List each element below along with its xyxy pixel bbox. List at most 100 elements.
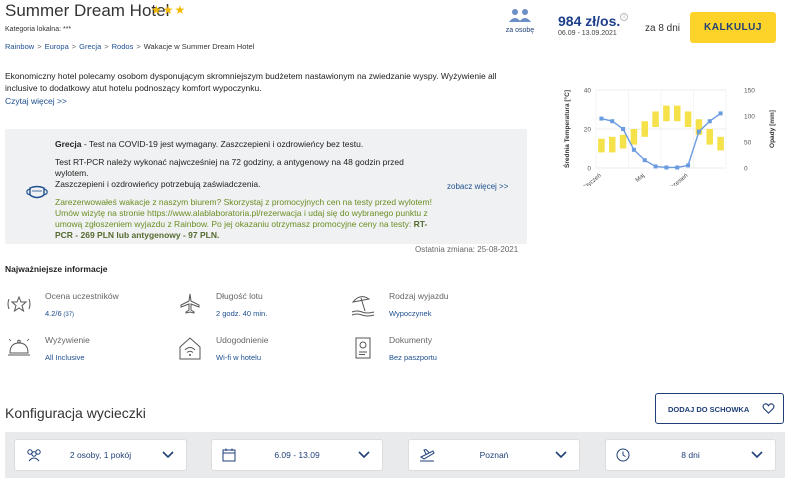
price: 984 zł/os. (558, 13, 621, 29)
face-mask-icon (26, 185, 48, 199)
info-title: Dokumenty (389, 335, 432, 345)
chart-temp-bar (652, 111, 659, 128)
info-value: Wi-fi w hotelu (216, 353, 262, 362)
trip-days: za 8 dni (645, 23, 681, 34)
chart-precip-point (621, 127, 626, 131)
info-value: 4.2/6 (37) (45, 309, 75, 318)
breadcrumb-separator: > (71, 42, 77, 51)
wifi-house-icon (179, 337, 201, 360)
hotel-title: Summer Dream Hotel (5, 1, 170, 20)
chart-y-left-tick: 20 (584, 127, 592, 134)
info-title: Udogodnienie (216, 335, 269, 345)
covid-info-box: Grecja - Test na COVID-19 jest wymagany.… (5, 129, 527, 244)
rating-star-icon (7, 295, 31, 313)
chart-precip-point (631, 147, 636, 152)
chart-y-right-tick: 50 (744, 140, 752, 147)
chart-y-left-tick: 40 (584, 88, 592, 95)
climate-chart: 40200150100500Styczeń Maj WrzesieńŚrednia … (562, 88, 776, 187)
select-label: 8 dni (681, 450, 700, 460)
plane-icon (180, 293, 200, 314)
info-title: Wyżywienie (45, 335, 90, 345)
chart-temp-bar (630, 129, 638, 145)
beach-umbrella-icon (351, 296, 375, 317)
chevron-down-icon (751, 451, 763, 459)
covid-text: Grecja - Test na COVID-19 jest wymagany.… (55, 139, 435, 248)
breadcrumb-europa[interactable]: Europa (45, 42, 69, 51)
calculate-button[interactable]: KALKULUJ (690, 12, 776, 43)
info-title: Rodzaj wyjazdu (389, 291, 449, 301)
info-value: 2 godz. 40 min. (216, 309, 268, 318)
covid-see-more-link[interactable]: zobacz więcej >> (447, 182, 508, 191)
chart-temp-bar (717, 136, 724, 151)
config-bar: 2 osoby, 1 pokój 6.09 - 13.09 Poznań 8 d… (5, 432, 785, 478)
chart-x-tick: Maj (635, 173, 646, 184)
select-duration[interactable]: 8 dni (605, 439, 776, 471)
info-value: Bez paszportu (389, 353, 437, 362)
breadcrumb-separator: > (136, 42, 141, 51)
chevron-down-icon (162, 451, 174, 459)
covid-vaccinated-note: Zaszczepieni i ozdrowieńcy potrzebują za… (55, 179, 261, 189)
key-info-heading: Najważniejsze informacje (5, 264, 108, 274)
info-value: All Inclusive (45, 353, 85, 362)
chart-precip-point (610, 119, 615, 124)
chart-precip-point (686, 163, 691, 168)
chart-y-right-tick: 100 (744, 114, 755, 121)
select-label: 2 osoby, 1 pokój (69, 450, 132, 460)
select-travelers[interactable]: 2 osoby, 1 pokój (14, 439, 187, 471)
chart-temp-bar (663, 105, 670, 122)
breadcrumb-separator: > (37, 42, 42, 51)
last-change-date: Ostatnia zmiana: 25-08-2021 (415, 245, 519, 254)
chart-precip-point (675, 165, 680, 170)
chart-temp-bar (674, 105, 681, 122)
chart-x-tick: Styczeń (582, 173, 602, 186)
chart-y-right-tick: 0 (744, 166, 748, 173)
covid-promo-text: Zarezerwowałeś wakacje z naszym biurem? … (55, 197, 432, 229)
chart-y-left-label: Średnia Temperatura [°C] (562, 90, 571, 168)
chart-temp-bar (609, 136, 616, 153)
select-label: 6.09 - 13.09 (274, 450, 320, 460)
chart-x-tick: Wrzesień (666, 173, 689, 186)
chart-precip-point (653, 164, 658, 169)
local-category: Kategoria lokalna: *** (5, 26, 72, 33)
chart-precip-point (718, 111, 723, 116)
per-person-label: za osobę (505, 27, 535, 34)
food-cloche-icon (8, 338, 30, 356)
chart-temp-bar (619, 134, 627, 149)
select-dates[interactable]: 6.09 - 13.09 (211, 439, 383, 471)
select-label: Poznań (479, 450, 509, 460)
chart-y-left-tick: 0 (587, 166, 591, 173)
chart-precip-point (707, 119, 712, 124)
chevron-down-icon (555, 451, 567, 459)
breadcrumb-current: Wakacje w Summer Dream Hotel (143, 42, 255, 51)
chart-y-right-tick: 150 (744, 88, 755, 95)
per-person-toggle[interactable]: za osobę (500, 8, 540, 34)
trip-dates: 06.09 - 13.09.2021 (558, 30, 617, 37)
select-departure-city[interactable]: Poznań (408, 439, 580, 471)
chart-precip-point (696, 129, 701, 134)
breadcrumb-rodos[interactable]: Rodos (112, 42, 134, 51)
hotel-description: Ekonomiczny hotel polecamy osobom dyspon… (5, 71, 497, 93)
chart-precip-point (642, 158, 647, 163)
hotel-stars-icon: ★★★ (151, 3, 187, 17)
covid-test-rules: Test RT-PCR należy wykonać najwcześniej … (55, 157, 404, 178)
breadcrumb-grecja[interactable]: Grecja (79, 42, 101, 51)
chevron-down-icon (358, 451, 370, 459)
info-value: Wypoczynek (389, 309, 432, 318)
chart-temp-bar (598, 138, 605, 153)
info-title: Ocena uczestników (45, 291, 119, 301)
add-to-favorites-button[interactable]: DODAJ DO SCHOWKA (655, 393, 784, 424)
covid-requirement: - Test na COVID-19 jest wymagany. Zaszcz… (81, 139, 364, 149)
info-title: Długość lotu (216, 291, 263, 301)
read-more-link[interactable]: Czytaj więcej >> (5, 96, 67, 106)
price-info-icon[interactable]: i (620, 13, 628, 21)
chart-y-right-label: Opady [mm] (769, 110, 776, 148)
breadcrumb-rainbow[interactable]: Rainbow (5, 42, 34, 51)
chart-precip-point (599, 116, 604, 121)
config-title: Konfiguracja wycieczki (5, 405, 146, 421)
covid-country: Grecja (55, 139, 82, 149)
breadcrumb: Rainbow > Europa > Grecja > Rodos > Waka… (5, 42, 254, 51)
people-icon (509, 9, 531, 22)
breadcrumb-separator: > (104, 42, 109, 51)
heart-icon (762, 403, 775, 414)
chart-temp-bar (641, 121, 648, 137)
